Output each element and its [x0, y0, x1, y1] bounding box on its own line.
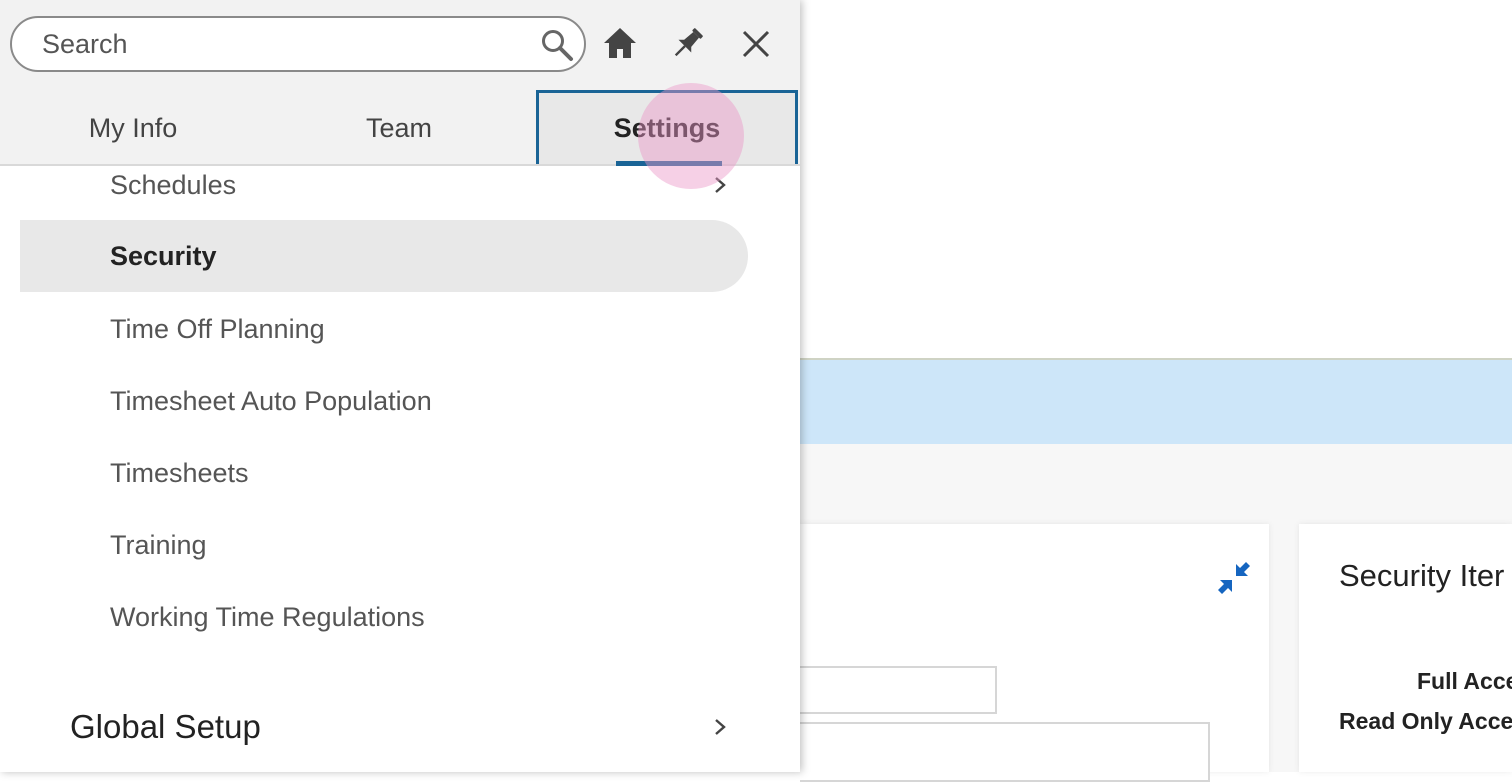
close-icon[interactable] [736, 24, 776, 64]
search-icon[interactable] [540, 28, 574, 62]
home-icon[interactable] [600, 24, 640, 64]
list-item-time-off-planning[interactable]: Time Off Planning [20, 293, 748, 365]
list-item-label: Training [110, 529, 207, 560]
list-item-timesheet-auto-population[interactable]: Timesheet Auto Population [20, 365, 748, 437]
full-access-label: Full Acce [1417, 668, 1512, 694]
collapse-arrows-icon[interactable] [1216, 560, 1252, 596]
list-item-label: Timesheets [110, 457, 249, 488]
list-item-label: Timesheet Auto Population [110, 385, 432, 416]
navigation-panel: My Info Team Settings Schedules Security… [0, 0, 800, 772]
list-item-label: Time Off Planning [110, 313, 325, 344]
read-only-access-label: Read Only Acce [1339, 708, 1512, 734]
text-field[interactable] [800, 666, 997, 714]
section-label: Global Setup [70, 708, 261, 745]
list-item-training[interactable]: Training [20, 509, 748, 581]
security-items-card: Security Iter Full Acce Read Only Acce [1299, 524, 1512, 772]
section-global-setup[interactable]: Global Setup [20, 692, 748, 762]
chevron-right-icon [715, 719, 726, 735]
search-box[interactable] [10, 16, 586, 72]
text-area[interactable] [800, 722, 1210, 782]
list-item-schedules[interactable]: Schedules [20, 149, 748, 221]
list-item-label: Security [110, 240, 217, 271]
info-banner [800, 360, 1512, 444]
tab-label: My Info [88, 112, 178, 143]
card-title: Security Iter [1339, 558, 1505, 593]
list-item-working-time-regulations[interactable]: Working Time Regulations [20, 581, 748, 653]
list-item-timesheets[interactable]: Timesheets [20, 437, 748, 509]
tab-label: Team [365, 112, 433, 143]
pin-icon[interactable] [667, 24, 707, 64]
list-item-security[interactable]: Security [20, 220, 748, 292]
list-item-label: Working Time Regulations [110, 601, 425, 632]
panel-header: My Info Team Settings [0, 0, 800, 166]
chevron-right-icon [715, 177, 726, 193]
tab-label: Settings [613, 113, 721, 143]
search-input[interactable] [42, 26, 522, 62]
settings-list: Schedules Security Time Off Planning Tim… [0, 166, 800, 772]
list-item-label: Schedules [110, 169, 237, 200]
